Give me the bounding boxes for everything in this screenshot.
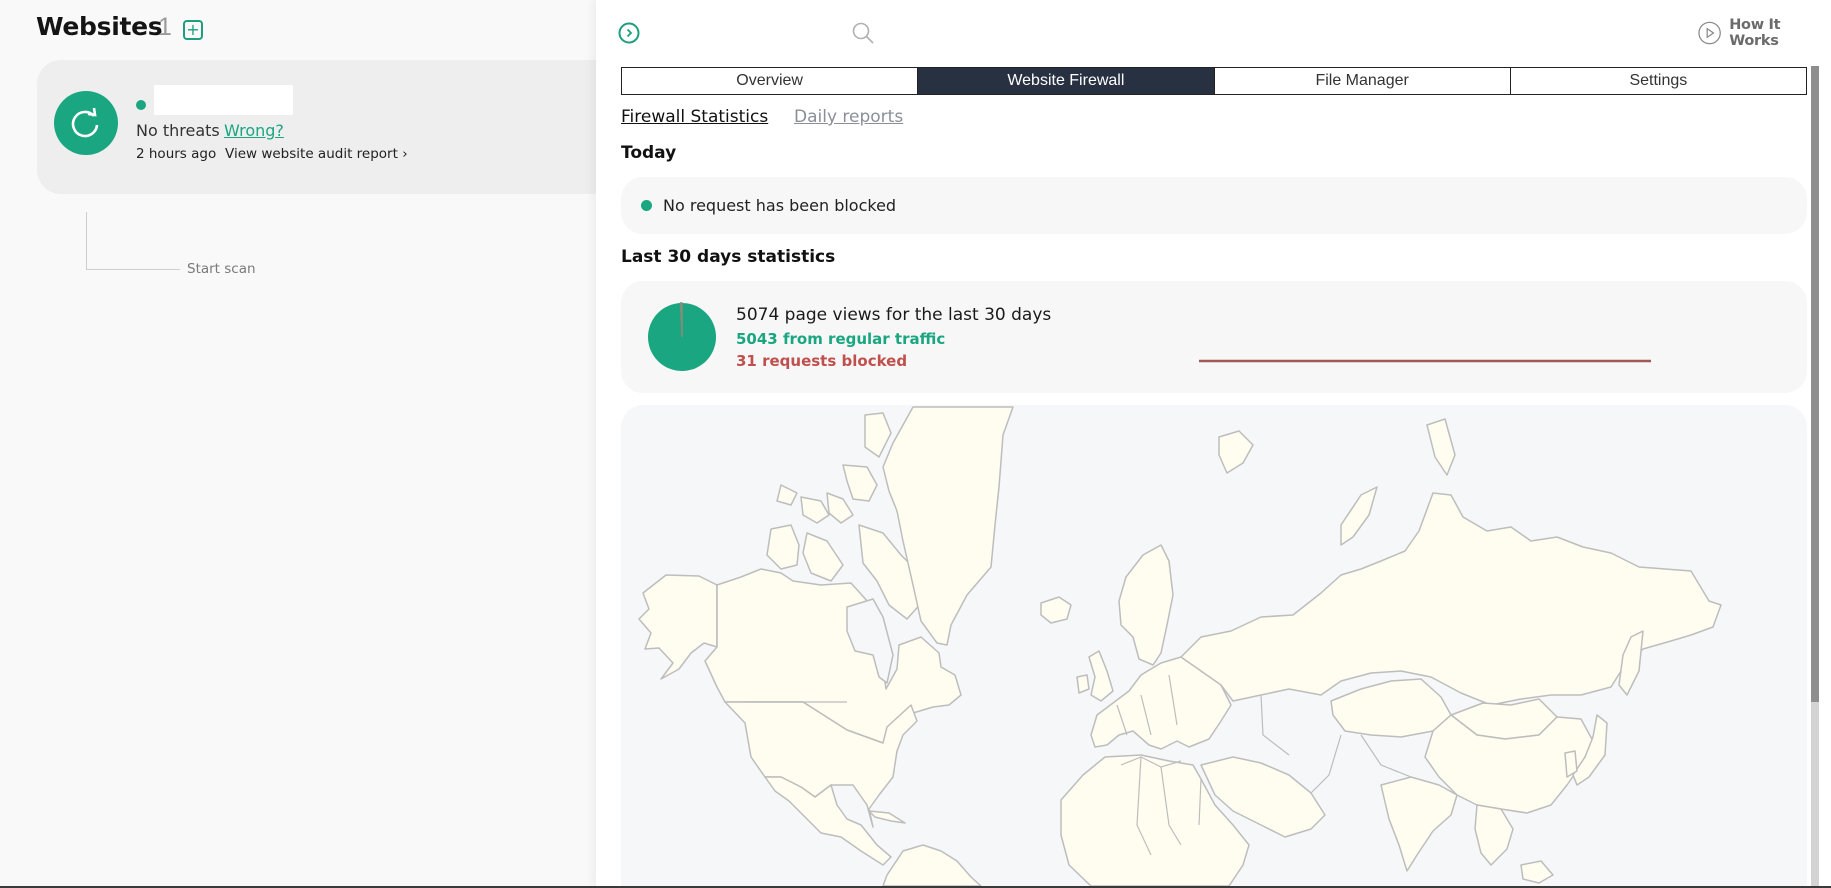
tab-overview[interactable]: Overview bbox=[622, 68, 919, 94]
panel-tabs: Overview Website Firewall File Manager S… bbox=[621, 67, 1807, 95]
world-map bbox=[621, 405, 1807, 886]
connector-line bbox=[86, 212, 87, 269]
region-se-asia bbox=[1474, 804, 1514, 866]
audit-report-label: View website audit report bbox=[225, 146, 398, 162]
region-novaya-zemlya bbox=[1340, 486, 1378, 546]
add-website-button[interactable]: + bbox=[183, 20, 203, 40]
last-scan-time: 2 hours ago bbox=[136, 146, 217, 162]
border-line bbox=[1360, 734, 1412, 778]
search-button[interactable] bbox=[851, 21, 875, 45]
world-map-svg bbox=[638, 406, 1722, 886]
wrong-link[interactable]: Wrong? bbox=[224, 121, 284, 140]
region-arctic-islands bbox=[766, 524, 800, 570]
today-message: No request has been blocked bbox=[663, 196, 897, 215]
audit-report-link[interactable]: View website audit report › bbox=[225, 146, 408, 162]
tab-website-firewall[interactable]: Website Firewall bbox=[918, 68, 1215, 94]
subtab-daily-reports[interactable]: Daily reports bbox=[794, 107, 903, 127]
region-cuba bbox=[868, 810, 906, 824]
page-views-blocked: 31 requests blocked bbox=[736, 352, 908, 370]
websites-count: 1 bbox=[158, 13, 172, 41]
page-views-regular: 5043 from regular traffic bbox=[736, 330, 946, 348]
site-name-redacted bbox=[154, 85, 293, 115]
how-it-works-link[interactable]: How It Works bbox=[1698, 17, 1831, 49]
region-severnaya-zemlya bbox=[1426, 418, 1456, 476]
region-scandinavia bbox=[1118, 544, 1174, 666]
region-iceland bbox=[1040, 596, 1072, 624]
region-arctic-islands bbox=[776, 484, 798, 506]
region-arctic-islands bbox=[864, 412, 892, 458]
today-heading: Today bbox=[621, 143, 677, 163]
blocked-trend-chart bbox=[1199, 359, 1651, 363]
border-line bbox=[1260, 694, 1290, 756]
connector-line bbox=[86, 269, 180, 270]
status-dot-icon bbox=[641, 200, 652, 211]
region-svalbard bbox=[1218, 430, 1254, 474]
page-views-total: 5074 page views for the last 30 days bbox=[736, 305, 1052, 325]
region-kazakhstan bbox=[1330, 678, 1452, 738]
plus-square-icon: + bbox=[186, 20, 200, 39]
chevron-right-circle-icon bbox=[618, 22, 640, 44]
how-it-works-label: How It Works bbox=[1729, 17, 1781, 49]
traffic-pie-chart bbox=[648, 302, 716, 371]
refresh-icon[interactable] bbox=[54, 91, 118, 155]
start-scan-button[interactable]: Start scan bbox=[187, 261, 256, 277]
region-ireland bbox=[1076, 674, 1090, 694]
scan-status: No threats bbox=[136, 121, 220, 140]
border-line bbox=[1310, 734, 1342, 794]
region-indonesia bbox=[1520, 860, 1554, 884]
region-arctic-islands bbox=[802, 532, 844, 582]
website-card[interactable] bbox=[37, 60, 617, 194]
region-arctic-islands bbox=[842, 464, 878, 502]
tab-file-manager[interactable]: File Manager bbox=[1214, 68, 1511, 94]
tab-settings[interactable]: Settings bbox=[1510, 68, 1806, 94]
panel-scrollbar[interactable] bbox=[1811, 66, 1819, 886]
subtab-firewall-statistics[interactable]: Firewall Statistics bbox=[621, 107, 768, 127]
region-south-america bbox=[882, 844, 982, 886]
collapse-panel-button[interactable] bbox=[618, 22, 640, 44]
region-india bbox=[1380, 776, 1458, 872]
last30-heading: Last 30 days statistics bbox=[621, 247, 836, 267]
site-status-dot bbox=[136, 100, 146, 110]
play-circle-icon bbox=[1698, 21, 1721, 45]
region-arctic-islands bbox=[800, 496, 830, 524]
websites-pane: Websites 1 + No threats Wrong? 2 hours a… bbox=[0, 0, 617, 886]
region-arctic-islands bbox=[826, 492, 854, 524]
scrollbar-thumb[interactable] bbox=[1811, 66, 1819, 702]
search-icon bbox=[852, 22, 874, 44]
region-russia bbox=[1180, 492, 1722, 706]
region-uk bbox=[1088, 650, 1114, 702]
page-title: Websites bbox=[36, 12, 163, 41]
chevron-right-icon: › bbox=[402, 146, 408, 162]
